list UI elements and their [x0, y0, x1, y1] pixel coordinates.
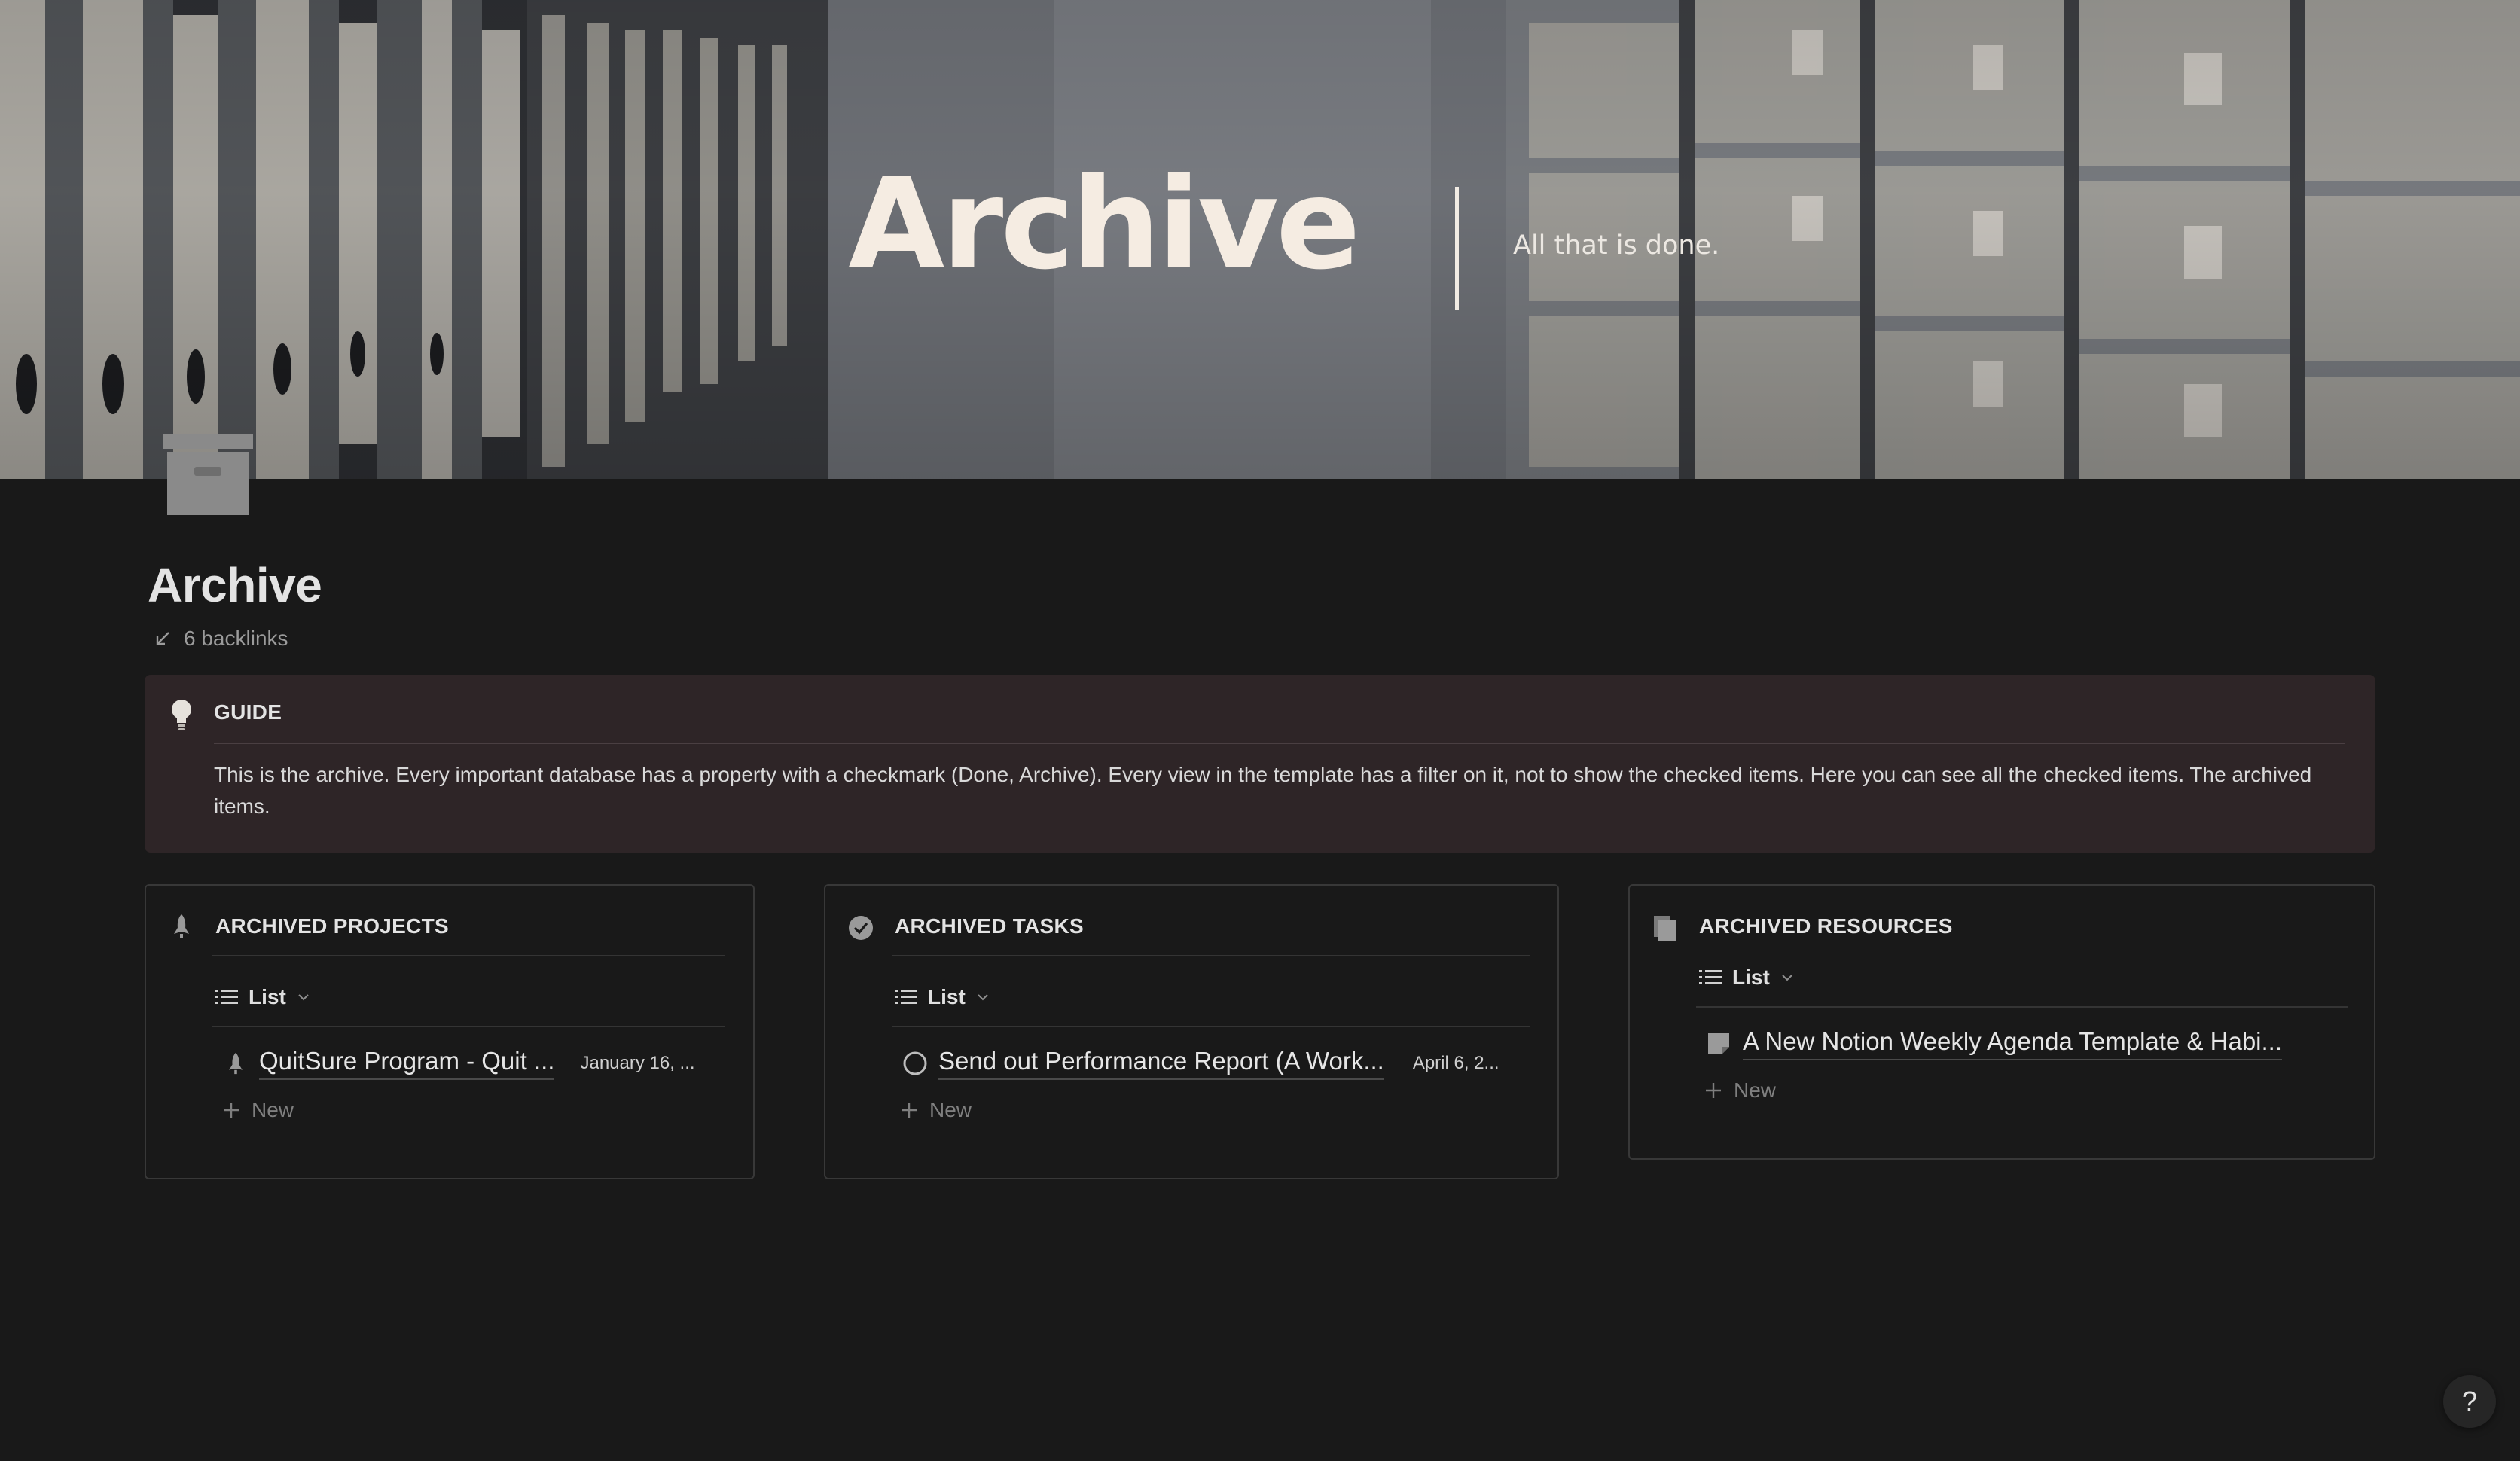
page-title[interactable]: Archive [148, 557, 322, 613]
backlinks-button[interactable]: 6 backlinks [154, 627, 288, 651]
view-divider [892, 1026, 1530, 1027]
view-switcher-list[interactable]: List [1699, 965, 1794, 990]
guide-divider [214, 743, 2345, 744]
chevron-down-icon [298, 994, 309, 1001]
database-title[interactable]: ARCHIVED PROJECTS [215, 914, 449, 938]
cover-subtitle: All that is done. [1513, 230, 1720, 261]
new-item-button[interactable]: New [221, 1098, 294, 1122]
archived-tasks-card: ARCHIVED TASKS List Send out Performance… [824, 884, 1559, 1179]
item-title[interactable]: A New Notion Weekly Agenda Template & Ha… [1743, 1027, 2283, 1060]
cover-divider [1455, 187, 1459, 310]
chevron-down-icon [1782, 975, 1792, 981]
item-date: January 16, ... [580, 1053, 695, 1073]
list-icon [895, 990, 917, 1004]
database-title[interactable]: ARCHIVED RESOURCES [1699, 914, 1953, 938]
new-item-button[interactable]: New [899, 1098, 972, 1122]
rocket-icon [229, 1052, 243, 1075]
plus-icon [1706, 1083, 1721, 1098]
new-item-button[interactable]: New [1704, 1078, 1776, 1103]
view-divider [1696, 1006, 2348, 1008]
list-item[interactable]: A New Notion Weekly Agenda Template & Ha… [1707, 1027, 2354, 1060]
list-icon [215, 990, 238, 1004]
list-item[interactable]: QuitSure Program - Quit ... January 16, … [224, 1047, 722, 1080]
help-button[interactable]: ? [2443, 1375, 2496, 1428]
view-switcher-list[interactable]: List [215, 985, 310, 1009]
database-title[interactable]: ARCHIVED TASKS [895, 914, 1084, 938]
guide-text: This is the archive. Every important dat… [214, 763, 2312, 818]
chevron-down-icon [978, 994, 988, 1001]
rocket-icon [174, 914, 189, 938]
guide-title: GUIDE [214, 700, 282, 724]
view-label: List [928, 985, 966, 1008]
guide-callout: GUIDE This is the archive. Every importa… [145, 675, 2375, 853]
new-item-label: New [1734, 1078, 1777, 1102]
backlinks-label: 6 backlinks [184, 627, 288, 650]
item-date: April 6, 2... [1412, 1053, 1499, 1073]
database-title-divider [212, 955, 725, 956]
cover-image[interactable]: Archive All that is done. [0, 0, 2520, 479]
arrow-down-left-icon [156, 632, 169, 645]
item-title[interactable]: QuitSure Program - Quit ... [259, 1047, 555, 1080]
lightbulb-icon [172, 700, 191, 730]
stacked-docs-icon [1654, 916, 1676, 941]
item-title[interactable]: Send out Performance Report (A Work... [938, 1047, 1384, 1080]
list-item[interactable]: Send out Performance Report (A Work... A… [902, 1047, 1535, 1080]
empty-circle-icon[interactable] [902, 1051, 928, 1076]
view-label: List [249, 985, 286, 1008]
cover-title: Archive [848, 152, 1361, 297]
view-label: List [1732, 965, 1770, 989]
new-item-label: New [252, 1098, 294, 1121]
archive-box-icon[interactable] [163, 434, 253, 517]
archived-projects-card: ARCHIVED PROJECTS List QuitSure Program … [145, 884, 755, 1179]
plus-icon [902, 1103, 917, 1118]
archived-resources-card: ARCHIVED RESOURCES List A New Notion Wee… [1628, 884, 2375, 1160]
note-icon [1708, 1033, 1729, 1054]
list-icon [1699, 970, 1722, 984]
view-switcher-list[interactable]: List [895, 985, 990, 1009]
view-divider [212, 1026, 725, 1027]
new-item-label: New [929, 1098, 972, 1121]
check-circle-icon [849, 916, 873, 940]
database-title-divider [892, 955, 1530, 956]
plus-icon [224, 1103, 239, 1118]
